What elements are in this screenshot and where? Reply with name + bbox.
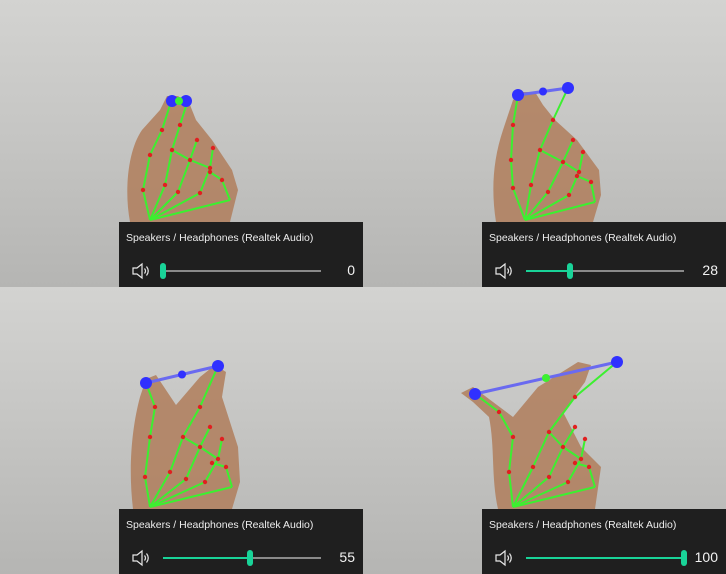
index-tip-marker — [212, 360, 224, 372]
landmark-point — [197, 190, 203, 196]
landmark-point — [580, 149, 586, 155]
volume-value: 0 — [347, 262, 355, 278]
pinch-midpoint-marker — [542, 374, 550, 382]
landmark-point — [530, 464, 536, 470]
volume-value: 100 — [694, 549, 718, 565]
landmark-point — [180, 434, 186, 440]
volume-flyout: Speakers / Headphones (Realtek Audio) 0 — [119, 222, 363, 287]
pinch-midpoint-marker — [178, 370, 186, 379]
landmark-point — [570, 137, 576, 143]
hand — [461, 362, 601, 509]
landmark-point — [545, 189, 551, 195]
landmark-point — [546, 429, 552, 435]
thumb-tip-marker — [140, 377, 152, 389]
camera-panel-3: Speakers / Headphones (Realtek Audio) 55 — [0, 287, 363, 574]
landmark-point — [560, 444, 566, 450]
landmark-point — [508, 157, 514, 163]
volume-slider-fill — [526, 557, 684, 559]
landmark-point — [537, 147, 543, 153]
device-label: Speakers / Headphones (Realtek Audio) — [126, 519, 314, 531]
landmark-point — [209, 460, 215, 466]
volume-value: 55 — [339, 549, 355, 565]
landmark-point — [175, 189, 181, 195]
volume-slider-fill — [526, 270, 571, 272]
device-label: Speakers / Headphones (Realtek Audio) — [126, 232, 314, 244]
hand — [493, 92, 601, 222]
volume-slider-thumb[interactable] — [567, 263, 574, 279]
landmark-point — [142, 474, 148, 480]
camera-panel-4: Speakers / Headphones (Realtek Audio) 10… — [363, 287, 726, 574]
speaker-volume-icon[interactable] — [494, 549, 514, 567]
landmark-point — [219, 177, 225, 183]
landmark-point — [572, 394, 578, 400]
landmark-point — [162, 182, 168, 188]
landmark-point — [586, 464, 592, 470]
pinch-midpoint-marker — [175, 97, 183, 105]
landmark-point — [207, 165, 213, 171]
landmark-point — [572, 424, 578, 430]
camera-panel-2: Speakers / Headphones (Realtek Audio) 28 — [363, 0, 726, 287]
landmark-point — [510, 185, 516, 191]
landmark-point — [197, 444, 203, 450]
index-tip-marker — [611, 356, 623, 368]
pinch-midpoint-marker — [539, 87, 547, 96]
landmark-point — [187, 157, 193, 163]
landmark-point — [147, 434, 153, 440]
landmark-point — [566, 192, 572, 198]
volume-slider-fill — [163, 557, 250, 559]
screenshot-grid: Speakers / Headphones (Realtek Audio) 0 … — [0, 0, 726, 574]
volume-slider[interactable] — [160, 263, 321, 279]
landmark-point — [578, 456, 584, 462]
landmark-point — [576, 169, 582, 175]
volume-flyout: Speakers / Headphones (Realtek Audio) 55 — [119, 509, 363, 574]
landmark-point — [159, 127, 165, 133]
landmark-point — [197, 404, 203, 410]
landmark-point — [169, 147, 175, 153]
landmark-point — [574, 173, 580, 179]
landmark-point — [588, 179, 594, 185]
volume-slider-thumb[interactable] — [160, 263, 166, 279]
volume-slider[interactable] — [526, 550, 687, 566]
landmark-point — [510, 434, 516, 440]
landmark-point — [510, 122, 516, 128]
landmark-point — [582, 436, 588, 442]
thumb-tip-marker — [469, 388, 481, 400]
volume-flyout: Speakers / Headphones (Realtek Audio) 10… — [482, 509, 726, 574]
volume-slider-thumb[interactable] — [246, 550, 253, 566]
volume-value: 28 — [702, 262, 718, 278]
thumb-tip-marker — [512, 89, 524, 101]
device-label: Speakers / Headphones (Realtek Audio) — [489, 232, 677, 244]
landmark-point — [565, 479, 571, 485]
landmark-point — [147, 152, 153, 158]
speaker-volume-icon[interactable] — [494, 262, 514, 280]
landmark-point — [496, 409, 502, 415]
volume-slider[interactable] — [163, 550, 321, 566]
volume-flyout: Speakers / Headphones (Realtek Audio) 28 — [482, 222, 726, 287]
landmark-point — [215, 456, 221, 462]
landmark-point — [152, 404, 158, 410]
landmark-point — [550, 117, 556, 123]
speaker-volume-icon[interactable] — [131, 549, 151, 567]
index-tip-marker — [562, 82, 574, 94]
landmark-point — [194, 137, 200, 143]
landmark-point — [207, 169, 213, 175]
speaker-volume-icon[interactable] — [131, 262, 151, 280]
landmark-point — [223, 464, 229, 470]
landmark-point — [183, 476, 189, 482]
landmark-point — [546, 474, 552, 480]
camera-panel-1: Speakers / Headphones (Realtek Audio) 0 — [0, 0, 363, 287]
landmark-point — [207, 424, 213, 430]
landmark-point — [560, 159, 566, 165]
landmark-point — [167, 469, 173, 475]
landmark-point — [210, 145, 216, 151]
landmark-point — [506, 469, 512, 475]
volume-slider[interactable] — [526, 263, 684, 279]
landmark-point — [202, 479, 208, 485]
landmark-point — [140, 187, 146, 193]
landmark-point — [177, 122, 183, 128]
landmark-point — [572, 460, 578, 466]
landmark-point — [528, 182, 534, 188]
landmark-point — [219, 436, 225, 442]
device-label: Speakers / Headphones (Realtek Audio) — [489, 519, 677, 531]
